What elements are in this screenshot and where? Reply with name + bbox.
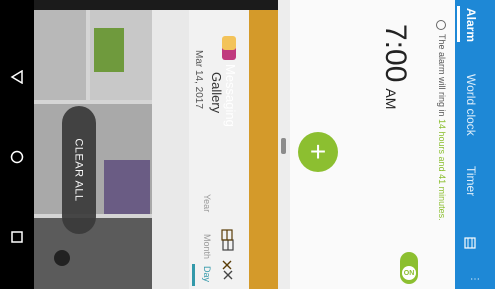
gallery-tab-year[interactable]: Year xyxy=(202,194,212,212)
triangle-back-icon xyxy=(10,70,23,84)
tab-indicator xyxy=(457,6,460,42)
alarm-clock-icon xyxy=(436,20,446,30)
photo-thumbnail xyxy=(104,160,150,214)
add-alarm-button[interactable]: + xyxy=(298,132,338,172)
alarm-time-value: 7:00 xyxy=(379,24,412,83)
close-icon[interactable] xyxy=(221,258,233,276)
gallery-tab-day[interactable]: Day xyxy=(202,266,212,282)
photo-thumbnail xyxy=(34,218,152,289)
messaging-card-title: Messaging xyxy=(223,64,238,127)
alarm-time[interactable]: 7:00 AM xyxy=(378,24,412,109)
home-button[interactable] xyxy=(0,140,34,174)
split-screen-icon[interactable] xyxy=(221,228,233,246)
photo-thumbnail xyxy=(34,10,86,100)
tab-world-clock[interactable]: World clock xyxy=(464,74,478,136)
screen: CLEAR ALL Gallery Mar 14, 2017 Year Mont… xyxy=(0,0,495,289)
tab-alarm[interactable]: Alarm xyxy=(464,8,478,42)
alarm-note-prefix: The alarm will ring in xyxy=(437,34,447,120)
square-recents-icon xyxy=(11,231,23,243)
stopwatch-icon[interactable] xyxy=(463,236,477,255)
alarm-toggle-knob: ON xyxy=(402,266,416,280)
alarm-ring-note: The alarm will ring in 14 hours and 41 m… xyxy=(437,34,447,221)
circle-home-icon xyxy=(10,150,24,164)
photo-thumbnail xyxy=(94,28,124,72)
tab-timer[interactable]: Timer xyxy=(464,166,478,196)
alarm-ampm: AM xyxy=(383,88,399,110)
gallery-task-card[interactable]: CLEAR ALL Gallery Mar 14, 2017 Year Mont… xyxy=(34,10,249,289)
gallery-date: Mar 14, 2017 xyxy=(193,50,204,109)
gallery-tab-month[interactable]: Month xyxy=(202,234,212,259)
more-options-icon[interactable]: ⋯ xyxy=(470,275,480,285)
messaging-task-card[interactable] xyxy=(249,10,278,289)
alarm-note-highlight: 14 hours and 41 minutes. xyxy=(437,119,447,221)
divider-handle[interactable] xyxy=(281,138,286,154)
clear-all-label: CLEAR ALL xyxy=(73,138,86,202)
recents-overview: CLEAR ALL Gallery Mar 14, 2017 Year Mont… xyxy=(34,0,278,289)
clear-all-button[interactable]: CLEAR ALL xyxy=(62,106,96,234)
gallery-card-title: Gallery xyxy=(209,72,224,114)
back-button[interactable] xyxy=(0,60,34,94)
navigation-bar xyxy=(0,0,34,289)
play-icon xyxy=(54,250,70,266)
recents-button[interactable] xyxy=(0,220,34,254)
messaging-app-icon xyxy=(222,36,236,50)
gallery-tab-indicator xyxy=(192,264,195,286)
